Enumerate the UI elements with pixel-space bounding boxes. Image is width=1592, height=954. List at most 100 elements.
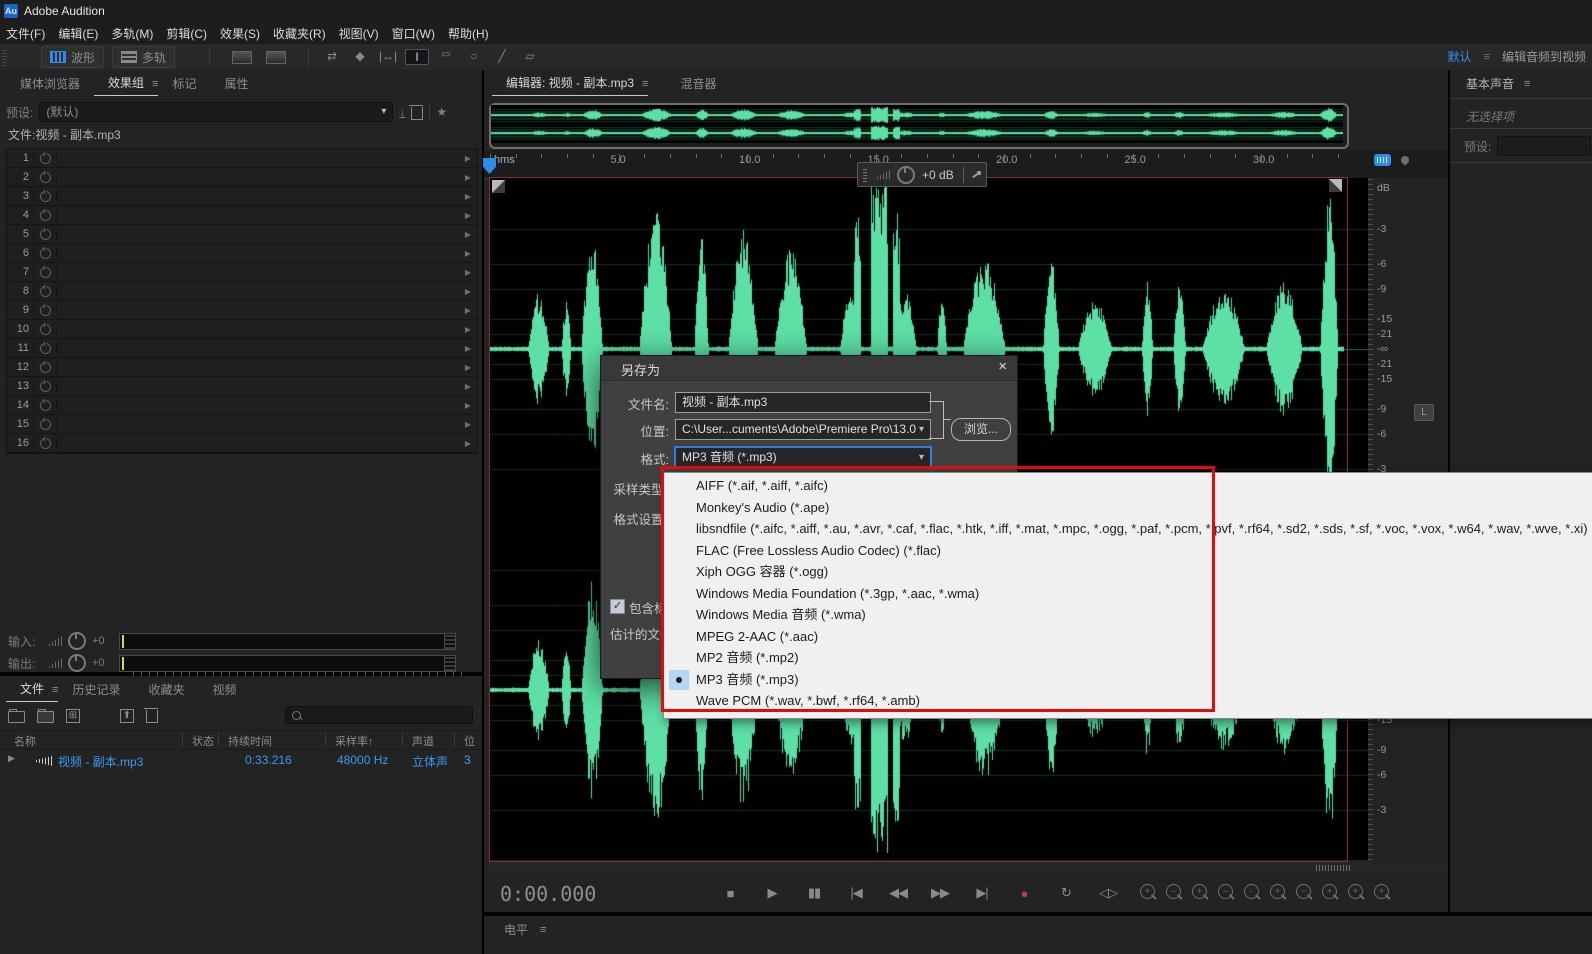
- panel-menu-icon[interactable]: ≡: [1524, 72, 1530, 96]
- tab-effects-2[interactable]: 标记: [158, 72, 210, 96]
- paintbrush-tool[interactable]: ╱: [491, 49, 513, 65]
- column-header-4[interactable]: 声道: [412, 733, 434, 749]
- play-button[interactable]: ▶: [758, 882, 786, 904]
- skip-to-end-button[interactable]: ▶|: [968, 882, 996, 904]
- effect-rack-row[interactable]: 13▶: [7, 377, 477, 396]
- workspace-menu-icon[interactable]: ≡: [1484, 51, 1490, 63]
- channel-left-button[interactable]: L: [1414, 404, 1434, 421]
- chevron-right-icon[interactable]: ▶: [459, 344, 477, 353]
- import-file-icon[interactable]: [37, 711, 54, 723]
- zoom-duration-button[interactable]: +: [1348, 884, 1363, 899]
- delete-icon[interactable]: [146, 710, 158, 723]
- effect-rack-row[interactable]: 7▶: [7, 263, 477, 282]
- rack-power-toggle[interactable]: [34, 381, 57, 392]
- tab-mixer[interactable]: 混音器: [666, 72, 730, 96]
- search-input[interactable]: [285, 706, 473, 724]
- rack-power-toggle[interactable]: [34, 267, 57, 278]
- toolbar-grip[interactable]: [2, 48, 7, 66]
- new-file-icon[interactable]: ⊞: [66, 709, 80, 723]
- favorite-star-icon[interactable]: ★: [436, 105, 447, 119]
- hud-grip-icon[interactable]: [863, 168, 867, 182]
- zoom-selection-button[interactable]: +: [1322, 884, 1337, 899]
- fast-forward-button[interactable]: ▶▶: [926, 882, 954, 904]
- rack-power-toggle[interactable]: [34, 343, 57, 354]
- tab-files-1[interactable]: 历史记录: [58, 678, 134, 702]
- format-option-2[interactable]: libsndfile (*.aifc, *.aiff, *.au, *.avr,…: [664, 518, 1592, 539]
- menu-item-1[interactable]: 编辑(E): [58, 25, 98, 42]
- output-gain-knob[interactable]: [68, 654, 86, 672]
- panel-menu-icon[interactable]: ≡: [540, 918, 546, 942]
- menu-item-4[interactable]: 效果(S): [220, 25, 260, 42]
- workspace-default-button[interactable]: 默认: [1448, 48, 1472, 65]
- menu-item-3[interactable]: 剪辑(C): [166, 25, 207, 42]
- effect-rack-row[interactable]: 10▶: [7, 320, 477, 339]
- show-spectral-pitch-icon[interactable]: [266, 51, 286, 64]
- effect-rack-row[interactable]: 11▶: [7, 339, 477, 358]
- pin-icon[interactable]: [971, 170, 981, 180]
- location-combobox[interactable]: C:\User...cuments\Adobe\Premiere Pro\13.…: [675, 419, 931, 440]
- effect-rack-row[interactable]: 12▶: [7, 358, 477, 377]
- close-icon[interactable]: ×: [998, 358, 1007, 375]
- chevron-right-icon[interactable]: ▶: [459, 382, 477, 391]
- column-header-5[interactable]: 位: [464, 733, 475, 749]
- column-header-3[interactable]: 采样率↑: [335, 733, 374, 749]
- chevron-right-icon[interactable]: ▶: [459, 154, 477, 163]
- menu-item-0[interactable]: 文件(F): [6, 25, 45, 42]
- zoom-reset-button[interactable]: ·: [1244, 884, 1259, 899]
- rack-power-toggle[interactable]: [34, 153, 57, 164]
- rack-power-toggle[interactable]: [34, 305, 57, 316]
- rack-power-toggle[interactable]: [34, 286, 57, 297]
- multitrack-view-button[interactable]: 多轨: [112, 46, 175, 68]
- pause-button[interactable]: ▮▮: [800, 882, 828, 904]
- chevron-right-icon[interactable]: ▶: [459, 268, 477, 277]
- column-header-1[interactable]: 状态: [192, 733, 214, 749]
- save-preset-icon[interactable]: ↓: [399, 105, 405, 119]
- format-option-7[interactable]: MPEG 2-AAC (*.aac): [664, 626, 1592, 647]
- scrollbar-handle[interactable]: [1316, 865, 1350, 871]
- rack-power-toggle[interactable]: [34, 362, 57, 373]
- expand-chevron-icon[interactable]: ▶: [8, 753, 15, 764]
- zoom-out-horizontal-button[interactable]: −: [1218, 884, 1233, 899]
- include-markers-checkbox[interactable]: ✓: [610, 599, 625, 614]
- effect-rack-row[interactable]: 15▶: [7, 415, 477, 434]
- zoom-in-vertical-button[interactable]: +: [1140, 884, 1155, 899]
- tab-files-0[interactable]: 文件: [6, 677, 58, 702]
- format-option-0[interactable]: AIFF (*.aif, *.aiff, *.aifc): [664, 475, 1592, 496]
- razor-tool[interactable]: ◆: [349, 49, 371, 65]
- delete-preset-icon[interactable]: [411, 107, 423, 120]
- playhead-marker[interactable]: [483, 158, 496, 174]
- tab-levels[interactable]: 电平: [498, 918, 534, 942]
- marker-icon[interactable]: [1399, 154, 1410, 165]
- effect-rack-row[interactable]: 6▶: [7, 244, 477, 263]
- gain-hud[interactable]: +0 dB: [857, 162, 987, 187]
- format-option-1[interactable]: Monkey's Audio (*.ape): [664, 497, 1592, 518]
- open-file-icon[interactable]: [8, 711, 25, 723]
- rack-power-toggle[interactable]: [34, 172, 57, 183]
- zoom-full-button[interactable]: +: [1374, 884, 1389, 899]
- zoom-in-horizontal-button[interactable]: +: [1192, 884, 1207, 899]
- format-option-6[interactable]: Windows Media 音频 (*.wma): [664, 604, 1592, 625]
- filename-input[interactable]: 视频 - 副本.mp3: [675, 392, 931, 413]
- rack-power-toggle[interactable]: [34, 229, 57, 240]
- effect-rack-row[interactable]: 14▶: [7, 396, 477, 415]
- effect-rack-row[interactable]: 4▶: [7, 206, 477, 225]
- stop-button[interactable]: ■: [716, 882, 744, 904]
- chevron-right-icon[interactable]: ▶: [459, 287, 477, 296]
- monitor-icon[interactable]: [1374, 154, 1391, 166]
- effect-rack-row[interactable]: 8▶: [7, 282, 477, 301]
- rack-power-toggle[interactable]: [34, 248, 57, 259]
- fade-out-handle[interactable]: [1329, 179, 1342, 192]
- rack-power-toggle[interactable]: [34, 324, 57, 335]
- format-option-8[interactable]: MP2 音频 (*.mp2): [664, 647, 1592, 668]
- lasso-selection-tool[interactable]: ○: [463, 49, 485, 65]
- waveform-view-button[interactable]: 波形: [41, 46, 104, 68]
- chevron-right-icon[interactable]: ▶: [459, 325, 477, 334]
- tab-files-3[interactable]: 视频: [198, 678, 250, 702]
- format-combobox[interactable]: MP3 音频 (*.mp3)▾: [675, 447, 931, 468]
- tab-effects-3[interactable]: 属性: [210, 72, 262, 96]
- time-selection-tool[interactable]: I: [405, 49, 429, 65]
- chevron-right-icon[interactable]: ▶: [459, 230, 477, 239]
- preset-combobox[interactable]: (默认)▾: [39, 102, 393, 122]
- chevron-right-icon[interactable]: ▶: [459, 420, 477, 429]
- chevron-right-icon[interactable]: ▶: [459, 439, 477, 448]
